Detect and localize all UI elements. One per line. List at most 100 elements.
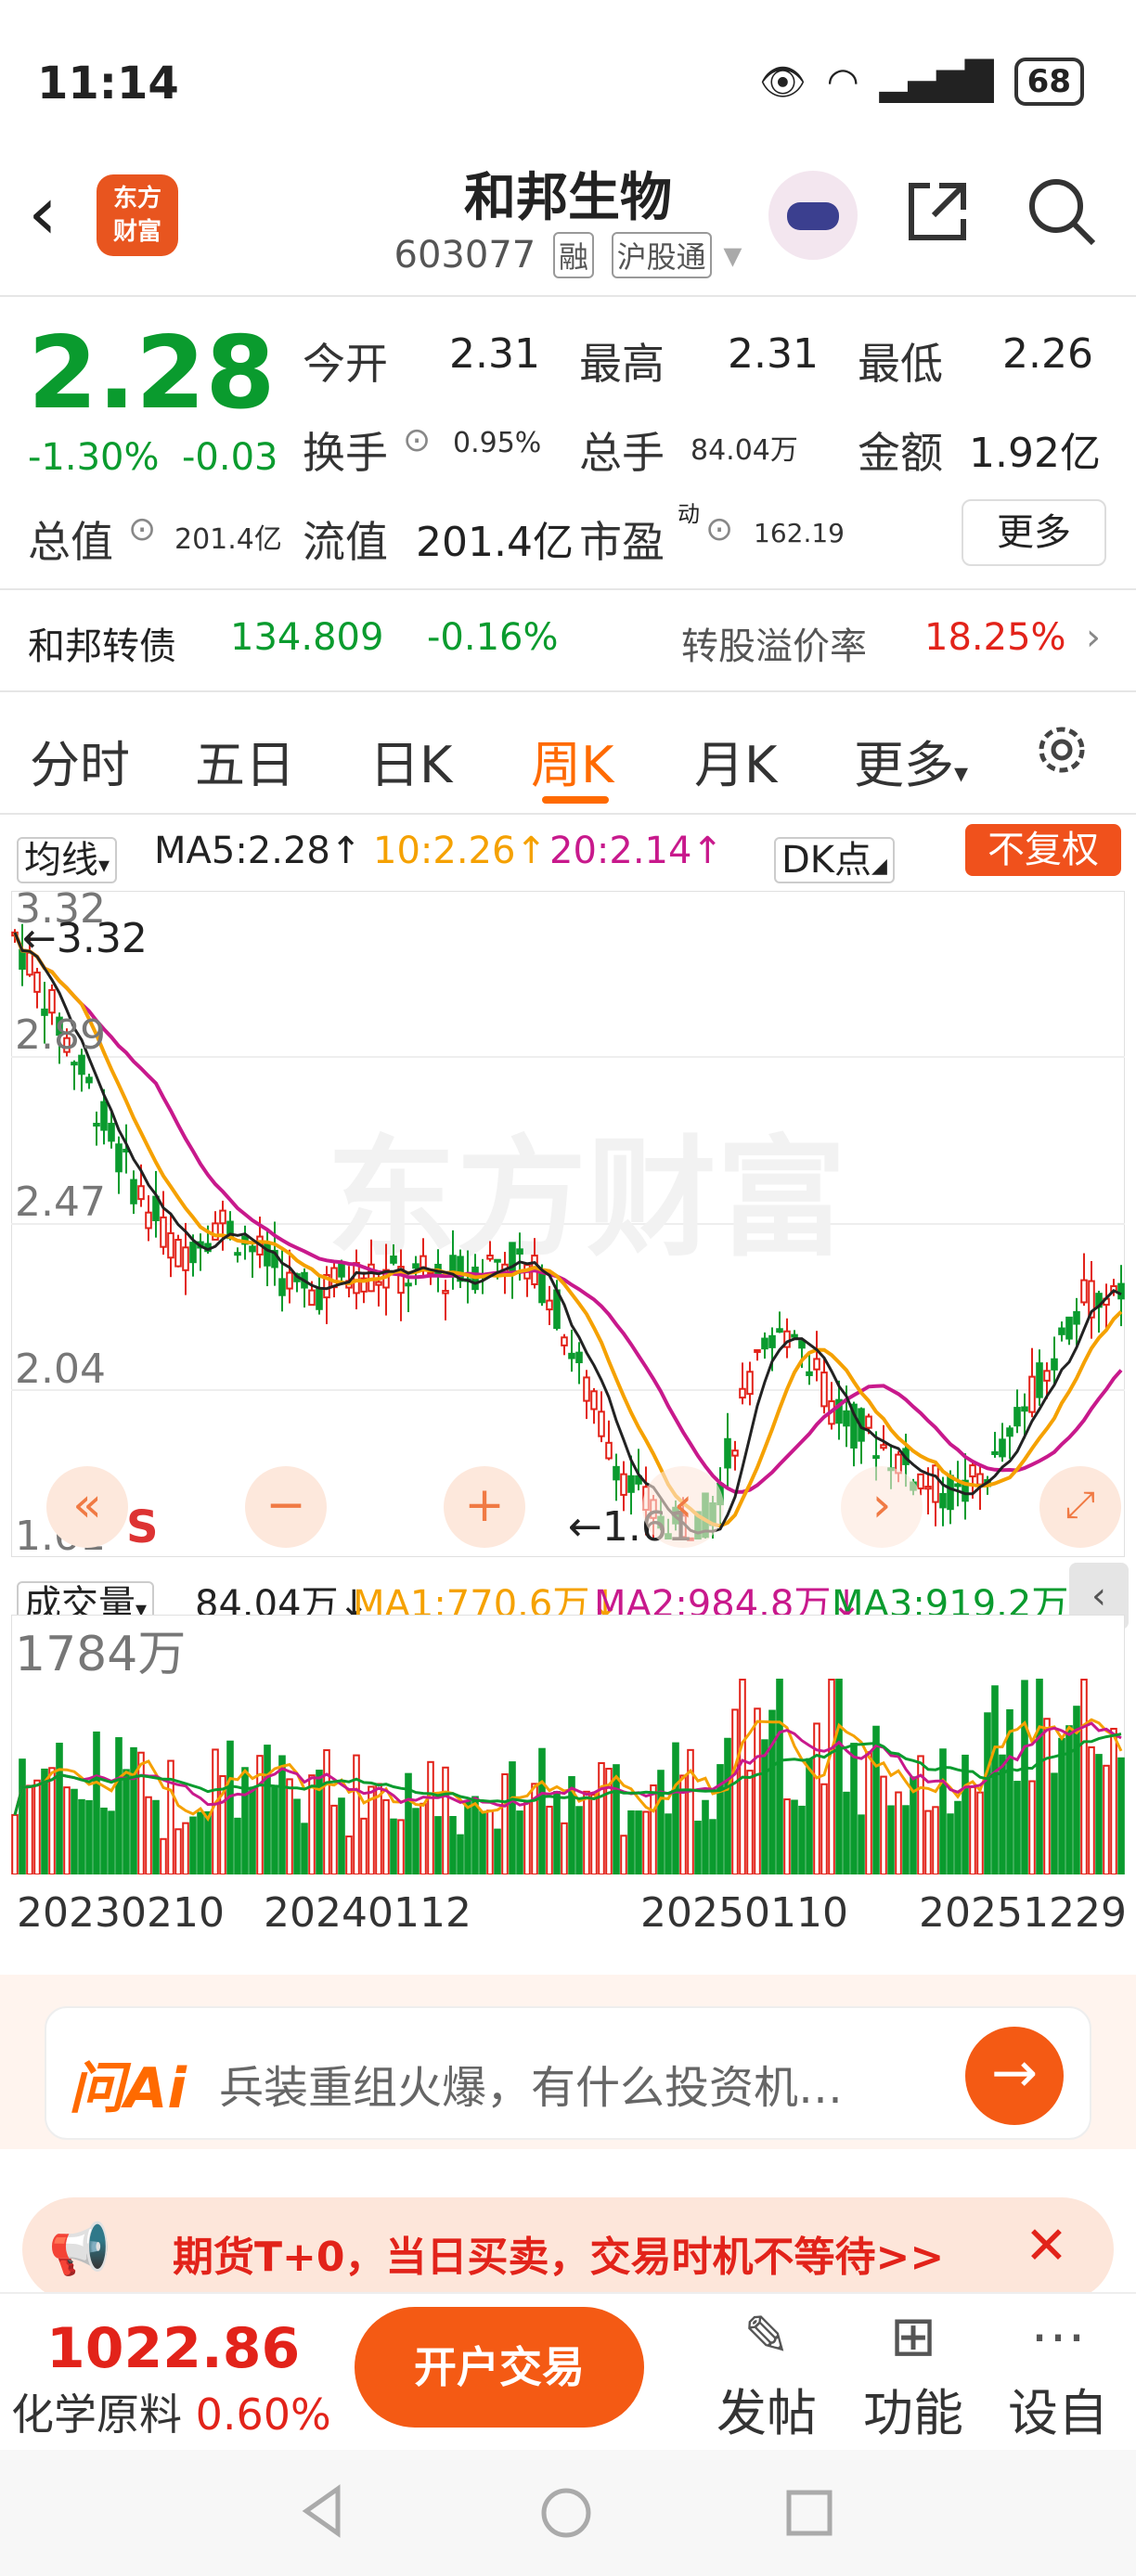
promo-text[interactable]: 期货T+0，当日买卖，交易时机不等待>> <box>173 2223 944 2283</box>
nav-back-icon[interactable] <box>299 2483 345 2539</box>
float-cap-value: 201.4亿 <box>416 519 574 566</box>
volume-bar <box>590 1794 598 1874</box>
candle-body <box>48 988 56 1014</box>
ai-submit-button[interactable]: → <box>965 2027 1064 2125</box>
candle-body <box>390 1256 397 1264</box>
volume-bar <box>249 1787 256 1874</box>
index-row[interactable]: 化学原料 0.60% <box>11 2381 331 2442</box>
volume-bar <box>984 1712 991 1874</box>
scroll-left-button[interactable]: « <box>46 1466 128 1548</box>
volume-bar <box>323 1749 330 1874</box>
candle-body <box>872 1455 880 1460</box>
volume-bar <box>137 1751 145 1874</box>
high-label: 最高 <box>579 339 665 389</box>
candle-body <box>954 1483 962 1488</box>
ma-selector-label: 均线 <box>24 839 98 882</box>
prev-button[interactable]: ‹ <box>642 1466 724 1548</box>
low-label: 最低 <box>858 339 943 389</box>
volume-bar <box>635 1810 642 1874</box>
functions-button[interactable]: ⊞ 功能 <box>858 2301 969 2445</box>
tab-five-day[interactable]: 五日 <box>195 724 295 797</box>
volume-bar <box>1021 1680 1028 1874</box>
tab-intraday[interactable]: 分时 <box>30 724 130 797</box>
volume-bar <box>160 1837 167 1874</box>
info-icon[interactable]: ⊙ <box>403 421 431 459</box>
dk-selector[interactable]: DK点◢ <box>774 830 895 883</box>
volume-bar <box>761 1739 768 1874</box>
candle-body <box>843 1410 850 1427</box>
candle-body <box>420 1255 427 1269</box>
gear-icon[interactable] <box>1032 720 1091 779</box>
volume-bar <box>457 1834 464 1874</box>
margin-tag: 融 <box>552 232 594 278</box>
more-quote-button[interactable]: 更多 <box>962 499 1106 566</box>
volume-chart[interactable]: 1784万 <box>11 1615 1125 1874</box>
ma-selector[interactable]: 均线▾ <box>17 830 118 883</box>
volume-bar <box>850 1743 858 1874</box>
index-value[interactable]: 1022.86 <box>46 2316 300 2381</box>
candle-body <box>353 1262 360 1294</box>
chevron-down-icon[interactable]: ▾ <box>723 234 742 277</box>
volume-bar <box>731 1708 739 1874</box>
tab-monthly-k[interactable]: 月K <box>694 724 777 797</box>
ai-placeholder[interactable]: 兵装重组火爆，有什么投资机… <box>219 2051 843 2116</box>
volume-bar <box>174 1828 182 1874</box>
adjust-button[interactable]: 不复权 <box>965 824 1121 876</box>
candle-body <box>85 1076 93 1084</box>
volume-bar <box>895 1791 902 1874</box>
volume-bar <box>820 1783 828 1874</box>
x-label: 20240112 <box>264 1889 471 1937</box>
volume-bar <box>123 1769 130 1874</box>
volume-bar <box>509 1761 516 1874</box>
watchlist-button[interactable]: ⋯ 设自 <box>1002 2301 1114 2445</box>
tab-weekly-k[interactable]: 周K <box>531 724 613 797</box>
share-icon[interactable] <box>902 176 973 247</box>
volume-bar <box>204 1810 212 1874</box>
volume-bar <box>286 1778 293 1874</box>
volume-bar <box>724 1737 731 1874</box>
candle-body <box>939 1492 947 1509</box>
open-account-trade-button[interactable]: 开户交易 <box>355 2307 644 2428</box>
volume-bar <box>546 1805 553 1874</box>
info-icon[interactable]: ⊙ <box>128 510 156 548</box>
close-icon[interactable]: ✕ <box>1025 2216 1068 2276</box>
volume-bar <box>234 1817 241 1874</box>
chevron-right-icon[interactable]: › <box>1086 616 1101 659</box>
max-marker: ←3.32 <box>22 915 148 962</box>
volume-bar <box>1110 1727 1117 1874</box>
candle-body <box>174 1239 182 1268</box>
kline-chart[interactable]: 东方财富 3.32 2.89 2.47 2.04 1.61 ←3.32 ←1.6… <box>11 891 1125 1557</box>
volume-label: 总手 <box>579 428 665 478</box>
candle-body <box>405 1282 412 1287</box>
info-icon[interactable]: ⊙ <box>705 510 733 548</box>
volume-bar <box>501 1772 509 1874</box>
post-button[interactable]: ✎ 发帖 <box>711 2301 822 2445</box>
x-label: 20251229 <box>919 1889 1127 1937</box>
assistant-avatar[interactable] <box>768 171 858 260</box>
fullscreen-icon[interactable]: ⤢ <box>1039 1466 1121 1548</box>
nav-recents-icon[interactable] <box>785 2489 833 2537</box>
x-label: 20250110 <box>640 1889 848 1937</box>
candle-body <box>1051 1358 1058 1371</box>
tab-daily-k[interactable]: 日K <box>369 724 452 797</box>
candle-body <box>316 1286 323 1310</box>
candle-body <box>160 1216 167 1248</box>
search-icon[interactable] <box>1025 174 1099 249</box>
zoom-out-button[interactable]: − <box>245 1466 327 1548</box>
tab-more[interactable]: 更多▾ <box>854 724 968 797</box>
candle-body <box>538 1270 546 1304</box>
zoom-in-button[interactable]: + <box>444 1466 525 1548</box>
edit-icon: ✎ <box>742 2304 791 2369</box>
bond-name[interactable]: 和邦转债 <box>28 616 176 670</box>
volume-bar <box>768 1709 776 1874</box>
candle-body <box>1080 1279 1088 1304</box>
volume-bar <box>702 1799 709 1874</box>
volume-bar <box>1058 1737 1065 1874</box>
volume-bar <box>189 1816 197 1874</box>
candle-body <box>590 1390 598 1410</box>
nav-home-icon[interactable] <box>540 2487 592 2539</box>
volume-bar <box>902 1805 910 1874</box>
next-button[interactable]: › <box>841 1466 923 1548</box>
candle-body <box>627 1475 635 1493</box>
x-label: 20230210 <box>17 1889 225 1937</box>
